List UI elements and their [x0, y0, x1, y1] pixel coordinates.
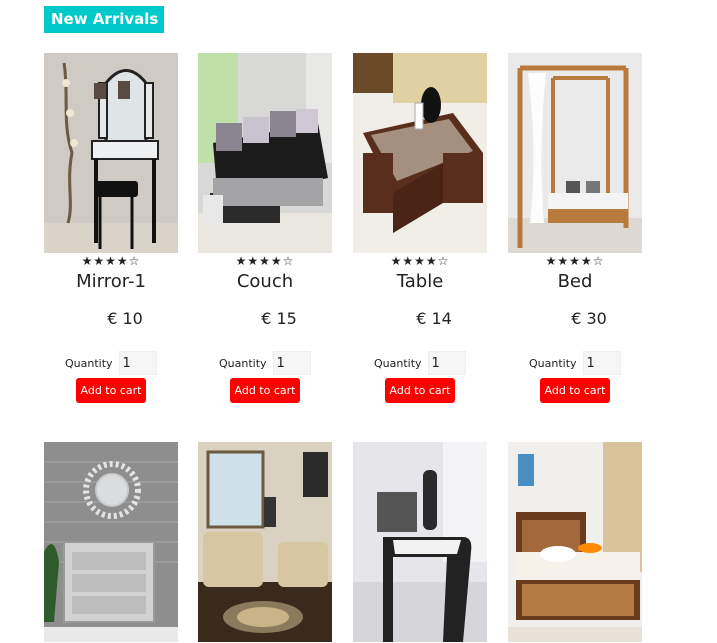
rating-stars: ★★★★☆	[235, 254, 295, 268]
quantity-input[interactable]	[272, 351, 311, 375]
quantity-input[interactable]	[582, 351, 621, 375]
add-to-cart-button[interactable]: Add to cart	[540, 378, 610, 403]
add-to-cart-button[interactable]: Add to cart	[76, 378, 146, 403]
product-name[interactable]: Mirror-1	[44, 270, 178, 294]
product-card[interactable]: ★★★★☆ Couch € 15 Quantity Add to cart	[198, 53, 332, 403]
quantity-group: Quantity	[65, 351, 157, 375]
product-image[interactable]	[353, 53, 487, 253]
product-image[interactable]	[198, 53, 332, 253]
rating-stars: ★★★★☆	[390, 254, 450, 268]
quantity-group: Quantity	[219, 351, 311, 375]
product-name[interactable]: Table	[353, 270, 487, 294]
product-card[interactable]	[508, 442, 642, 642]
quantity-input[interactable]	[118, 351, 157, 375]
product-image[interactable]	[44, 442, 178, 642]
rating-stars: ★★★★☆	[545, 254, 605, 268]
quantity-label: Quantity	[65, 356, 113, 370]
section-title: New Arrivals	[44, 6, 164, 33]
product-price: € 15	[261, 309, 297, 328]
product-name[interactable]: Bed	[508, 270, 642, 294]
quantity-group: Quantity	[529, 351, 621, 375]
product-card[interactable]: ★★★★☆ Mirror-1 € 10 Quantity Add to cart	[44, 53, 178, 403]
add-to-cart-button[interactable]: Add to cart	[385, 378, 455, 403]
product-card[interactable]	[198, 442, 332, 642]
product-image[interactable]	[508, 442, 642, 642]
product-image[interactable]	[198, 442, 332, 642]
product-price: € 30	[571, 309, 607, 328]
product-card[interactable]	[353, 442, 487, 642]
product-image[interactable]	[353, 442, 487, 642]
product-card[interactable]	[44, 442, 178, 642]
product-card[interactable]: ★★★★☆ Bed € 30 Quantity Add to cart	[508, 53, 642, 403]
quantity-label: Quantity	[219, 356, 267, 370]
quantity-label: Quantity	[529, 356, 577, 370]
product-image[interactable]	[44, 53, 178, 253]
quantity-input[interactable]	[427, 351, 466, 375]
quantity-group: Quantity	[374, 351, 466, 375]
add-to-cart-button[interactable]: Add to cart	[230, 378, 300, 403]
product-name[interactable]: Couch	[198, 270, 332, 294]
product-image[interactable]	[508, 53, 642, 253]
product-card[interactable]: ★★★★☆ Table € 14 Quantity Add to cart	[353, 53, 487, 403]
product-price: € 14	[416, 309, 452, 328]
quantity-label: Quantity	[374, 356, 422, 370]
product-price: € 10	[107, 309, 143, 328]
rating-stars: ★★★★☆	[81, 254, 141, 268]
